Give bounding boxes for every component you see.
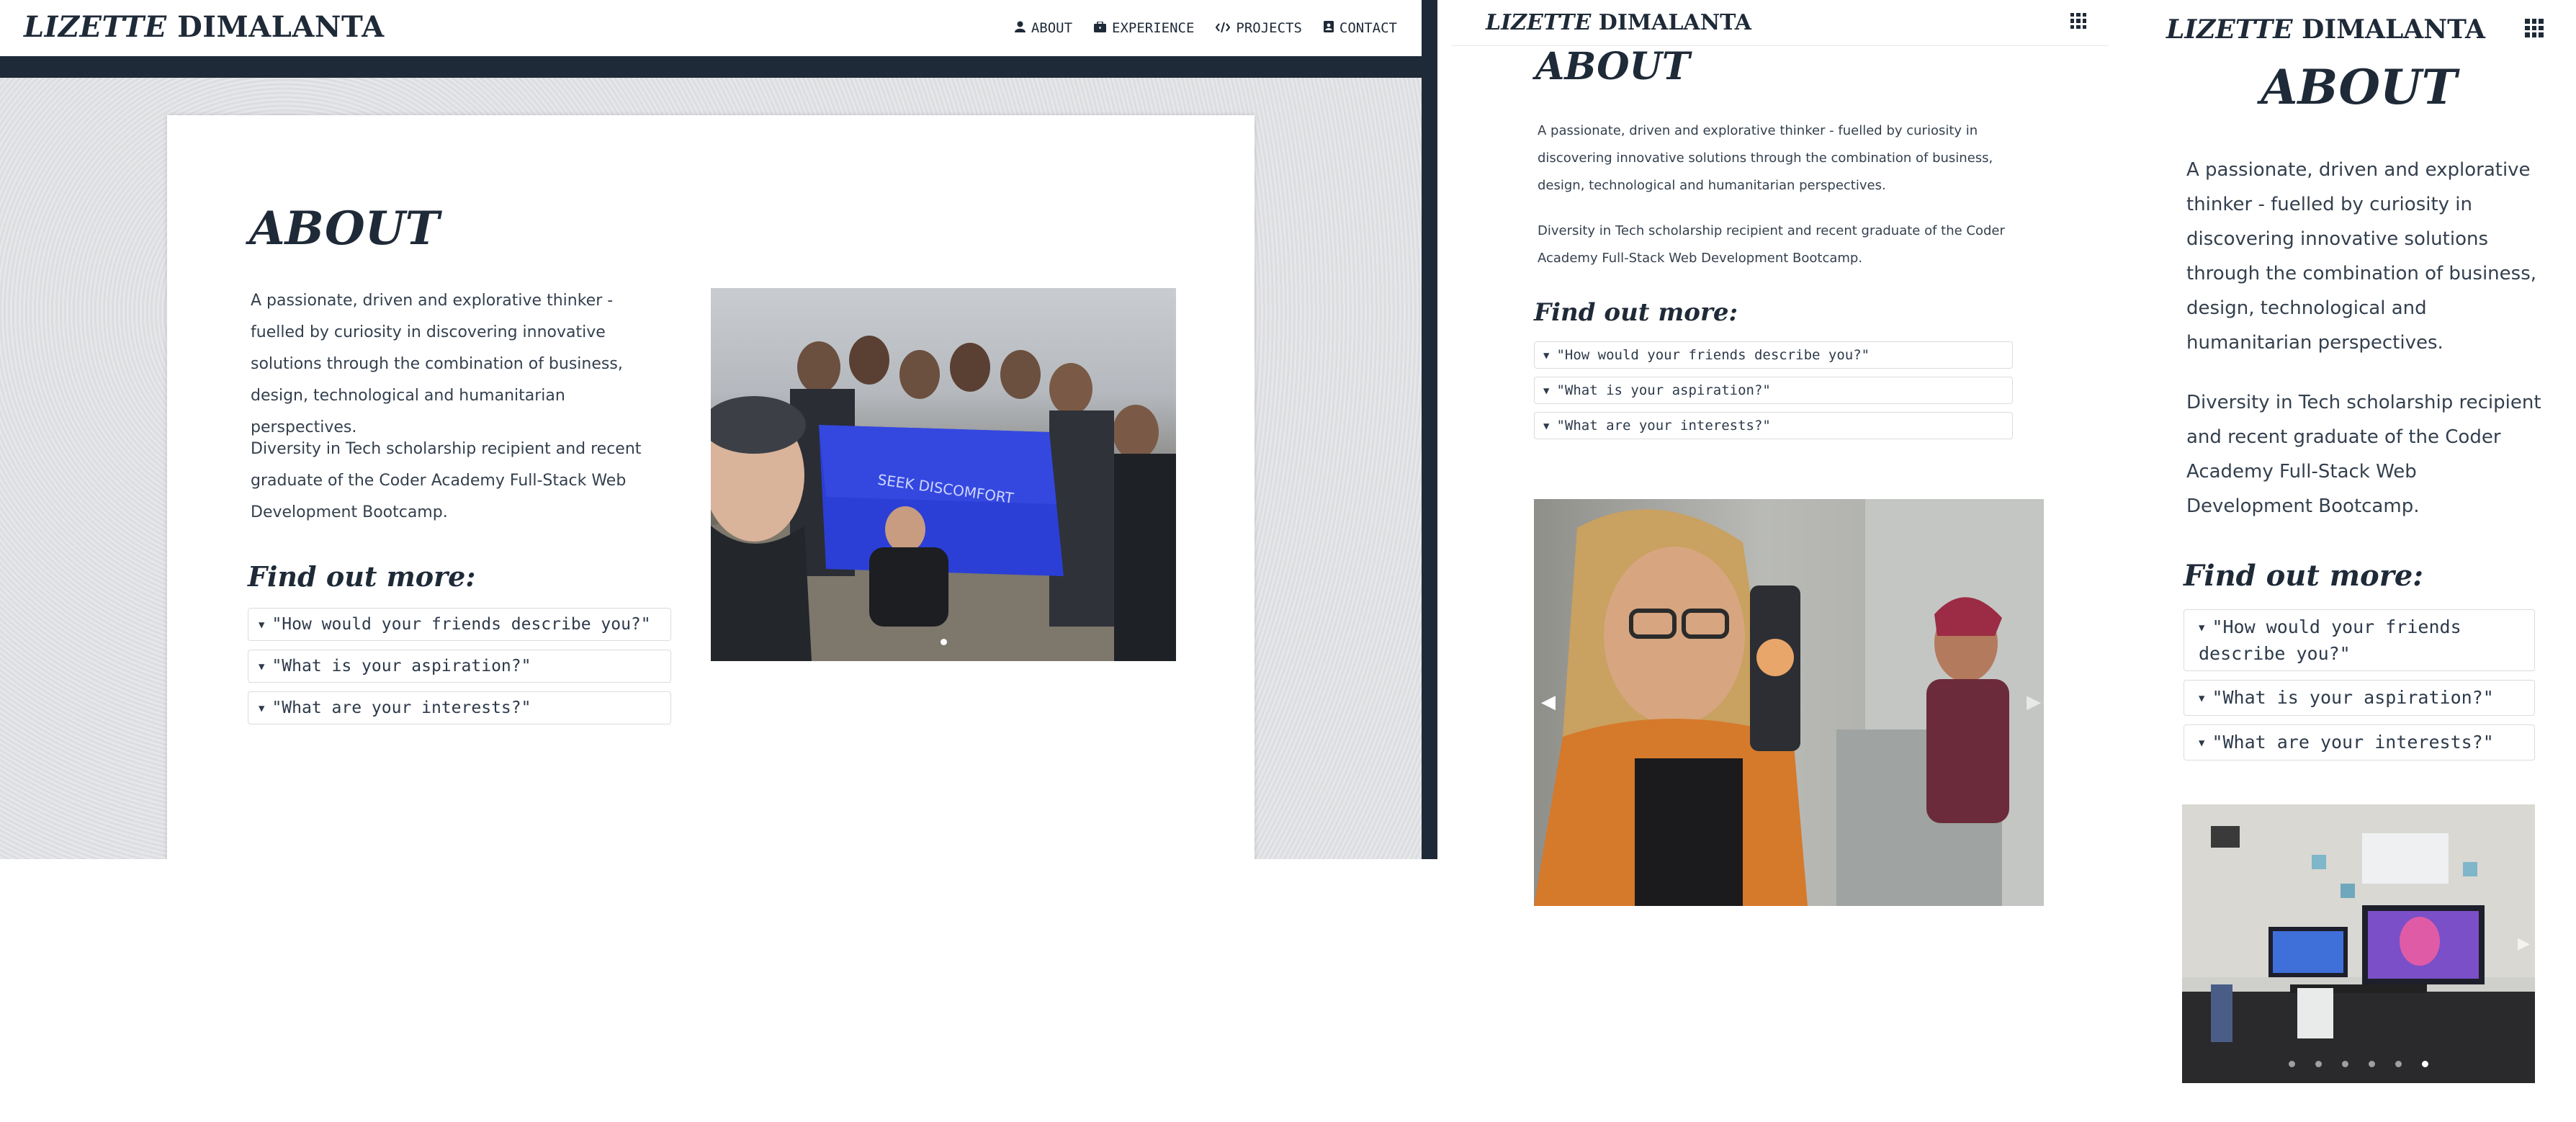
carousel-dot[interactable] — [2395, 1061, 2402, 1067]
nav-item-contact[interactable]: CONTACT — [1323, 20, 1397, 36]
caret-down-icon: ▼ — [2199, 737, 2205, 749]
caret-down-icon: ▼ — [1543, 349, 1550, 362]
question-aspiration[interactable]: ▼ "What is your aspiration?" — [248, 650, 671, 683]
carousel-dot[interactable] — [2422, 1061, 2428, 1067]
photo-carousel[interactable]: ▶ — [2182, 804, 2535, 1083]
about-paragraph-2: Diversity in Tech scholarship recipient … — [251, 440, 642, 521]
about-paragraph-1: A passionate, driven and explorative thi… — [1538, 123, 1993, 193]
carousel-dot[interactable] — [2315, 1061, 2322, 1067]
contact-card-icon — [1323, 21, 1334, 35]
find-out-more-heading: Find out more: — [2184, 559, 2424, 593]
caret-down-icon: ▼ — [2199, 622, 2205, 634]
carousel-dot[interactable] — [2369, 1061, 2375, 1067]
desktop-view: LIZETTE DIMALANTA ABOUT EXPERIENCE PROJE… — [0, 0, 1437, 859]
section-title: ABOUT — [249, 202, 440, 256]
section-title: ABOUT — [2261, 59, 2457, 115]
nav-item-projects[interactable]: PROJECTS — [1215, 20, 1302, 36]
about-paragraph-1: A passionate, driven and explorative thi… — [2186, 159, 2537, 354]
section-title: ABOUT — [1535, 45, 1690, 89]
find-out-more-heading: Find out more: — [1534, 298, 1738, 327]
carousel-dot[interactable] — [2342, 1061, 2348, 1067]
top-navbar: LIZETTE DIMALANTA — [1451, 0, 2109, 46]
question-friends-describe[interactable]: ▼ "How would your friends describe you?" — [248, 608, 671, 641]
photo-carousel[interactable]: ◀ ▶ — [1534, 499, 2044, 906]
mobile-view: LIZETTE DIMALANTA ABOUT A passionate, dr… — [2142, 0, 2576, 1122]
svg-text:▶: ▶ — [2027, 691, 2041, 713]
group-photo-image: SEEK DISCOMFORT — [711, 336, 1176, 661]
photo-carousel[interactable]: SEEK DISCOMFORT — [711, 288, 1176, 661]
top-navbar: LIZETTE DIMALANTA ABOUT EXPERIENCE PROJE… — [0, 0, 1422, 56]
site-brand[interactable]: LIZETTE DIMALANTA — [24, 10, 385, 44]
menu-grid-icon[interactable] — [2525, 19, 2544, 37]
caret-down-icon: ▼ — [259, 619, 265, 631]
user-icon — [1014, 21, 1026, 35]
find-out-more-heading: Find out more: — [248, 560, 476, 593]
site-brand[interactable]: LIZETTE DIMALANTA — [1486, 10, 1751, 35]
carousel-indicators — [711, 639, 1176, 645]
nav-item-about[interactable]: ABOUT — [1014, 20, 1072, 36]
question-interests[interactable]: ▼ "What are your interests?" — [248, 691, 671, 724]
svg-text:◀: ◀ — [1541, 691, 1556, 713]
nav-menu: ABOUT EXPERIENCE PROJECTS CONTACT — [1014, 20, 1397, 36]
question-interests[interactable]: ▼ "What are your interests?" — [1534, 412, 2013, 439]
header-band — [0, 56, 1422, 78]
site-brand[interactable]: LIZETTE DIMALANTA — [2166, 14, 2485, 45]
about-paragraph-2: Diversity in Tech scholarship recipient … — [1538, 223, 2005, 266]
nav-item-experience[interactable]: EXPERIENCE — [1094, 20, 1194, 36]
question-aspiration[interactable]: ▼ "What is your aspiration?" — [2184, 680, 2535, 716]
question-friends-describe[interactable]: ▼ "How would your friends describe you?" — [2184, 609, 2535, 671]
question-interests[interactable]: ▼ "What are your interests?" — [2184, 724, 2535, 760]
carousel-dot[interactable] — [2289, 1061, 2295, 1067]
question-aspiration[interactable]: ▼ "What is your aspiration?" — [1534, 377, 2013, 404]
caret-down-icon: ▼ — [259, 702, 265, 714]
about-paragraph-1: A passionate, driven and explorative thi… — [251, 292, 623, 436]
caret-down-icon: ▼ — [1543, 420, 1550, 432]
caret-down-icon: ▼ — [1543, 385, 1550, 397]
about-card: ABOUT A passionate, driven and explorati… — [167, 115, 1255, 859]
selfie-photo-image: ◀ ▶ — [1534, 499, 2044, 906]
tablet-view: LIZETTE DIMALANTA ABOUT A passionate, dr… — [1451, 0, 2109, 936]
menu-grid-icon[interactable] — [2070, 13, 2086, 29]
about-paragraph-2: Diversity in Tech scholarship recipient … — [2186, 392, 2541, 517]
briefcase-icon — [1094, 20, 1107, 35]
svg-text:▶: ▶ — [2518, 935, 2530, 953]
code-icon — [1215, 22, 1231, 35]
desk-setup-photo-image: ▶ — [2182, 804, 2535, 1083]
caret-down-icon: ▼ — [2199, 693, 2205, 704]
carousel-dot[interactable] — [940, 639, 947, 645]
question-friends-describe[interactable]: ▼ "How would your friends describe you?" — [1534, 341, 2013, 369]
caret-down-icon: ▼ — [259, 660, 265, 673]
carousel-indicators — [2182, 1061, 2535, 1067]
